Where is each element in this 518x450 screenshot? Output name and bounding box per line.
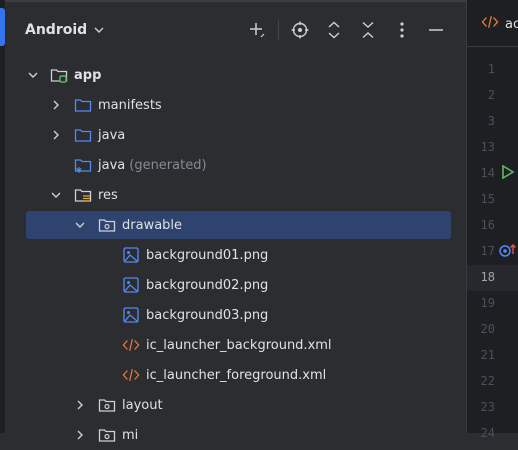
view-title: Android xyxy=(25,22,88,38)
editor-pane: ac 1 2 3 13 14 15 16 17 18 19 20 21 22 2… xyxy=(466,0,518,440)
line-number: 19 xyxy=(480,296,495,310)
resources-folder-icon xyxy=(74,186,92,204)
collapse-all-button[interactable] xyxy=(351,16,385,44)
xml-file-icon xyxy=(122,336,140,354)
xml-file-icon xyxy=(481,14,499,34)
image-file-icon xyxy=(122,276,140,294)
folder-icon xyxy=(74,96,92,114)
more-icon xyxy=(400,22,404,38)
tree-row-manifests[interactable]: manifests xyxy=(5,90,465,120)
line-number: 14 xyxy=(480,166,495,180)
hide-panel-button[interactable] xyxy=(419,16,453,44)
add-button[interactable] xyxy=(240,16,274,44)
expand-all-button[interactable] xyxy=(317,16,351,44)
tree-row-ic-launcher-foreground[interactable]: ic_launcher_foreground.xml xyxy=(5,360,465,390)
tree-row-background01[interactable]: background01.png xyxy=(5,240,465,270)
editor-tab-label: ac xyxy=(505,16,518,32)
tree-row-label-text: java xyxy=(98,157,126,173)
tree-row-label: manifests xyxy=(98,97,162,113)
add-icon xyxy=(250,23,265,38)
tree-row-label: java xyxy=(98,127,126,143)
chevron-right-icon[interactable] xyxy=(48,97,64,113)
module-folder-icon xyxy=(50,66,68,84)
tab-bar-divider xyxy=(467,46,518,47)
view-selector-dropdown[interactable]: Android xyxy=(25,18,105,42)
run-gutter-icon[interactable] xyxy=(501,164,515,184)
image-file-icon xyxy=(122,306,140,324)
chevron-right-icon[interactable] xyxy=(72,397,88,413)
line-number: 24 xyxy=(480,426,495,440)
package-folder-icon xyxy=(98,396,116,414)
tree-row-java-generated[interactable]: java (generated) xyxy=(5,150,465,180)
tree-row-res[interactable]: res xyxy=(5,180,465,210)
expand-all-icon xyxy=(328,21,340,39)
line-number: 22 xyxy=(480,374,495,388)
image-file-icon xyxy=(122,246,140,264)
tree-row-background03[interactable]: background03.png xyxy=(5,300,465,330)
editor-tab[interactable]: ac xyxy=(481,14,518,34)
folder-icon xyxy=(74,126,92,144)
tree-row-suffix: (generated) xyxy=(129,157,207,173)
locate-button[interactable] xyxy=(283,16,317,44)
xml-file-icon xyxy=(122,366,140,384)
chevron-right-icon[interactable] xyxy=(72,427,88,443)
line-number: 21 xyxy=(480,348,495,362)
package-folder-icon xyxy=(98,216,116,234)
tree-row-label: app xyxy=(74,67,102,83)
tree-row-layout[interactable]: layout xyxy=(5,390,465,420)
package-folder-icon xyxy=(98,426,116,444)
chevron-down-icon[interactable] xyxy=(48,187,64,203)
tree-row-label: mi xyxy=(122,427,139,443)
more-options-button[interactable] xyxy=(385,16,419,44)
collapse-all-icon xyxy=(362,21,374,39)
line-number: 15 xyxy=(480,192,495,206)
tree-row-label: background03.png xyxy=(146,307,269,323)
tree-row-label: background02.png xyxy=(146,277,269,293)
line-number: 2 xyxy=(487,88,495,102)
generated-folder-icon xyxy=(74,156,92,174)
chevron-down-icon[interactable] xyxy=(25,67,41,83)
project-panel-header: Android xyxy=(5,10,465,50)
chevron-down-icon[interactable] xyxy=(72,217,88,233)
tree-row-ic-launcher-background[interactable]: ic_launcher_background.xml xyxy=(5,330,465,360)
header-actions xyxy=(240,16,453,44)
tree-row-mipmap[interactable]: mi xyxy=(5,420,465,450)
tree-row-drawable[interactable]: drawable xyxy=(5,210,465,240)
line-number: 3 xyxy=(487,114,495,128)
chevron-right-icon[interactable] xyxy=(48,127,64,143)
tree-row-app[interactable]: app xyxy=(5,60,465,90)
line-number-current: 18 xyxy=(480,270,495,284)
selection-highlight xyxy=(26,211,451,239)
window-top-border xyxy=(0,0,518,2)
tree-row-label: background01.png xyxy=(146,247,269,263)
tree-row-label: ic_launcher_background.xml xyxy=(146,337,332,353)
override-gutter-icon[interactable] xyxy=(499,242,517,262)
hide-icon xyxy=(429,29,443,31)
line-number: 13 xyxy=(480,140,495,154)
tree-row-label: layout xyxy=(122,397,163,413)
line-number: 20 xyxy=(480,322,495,336)
tree-row-java[interactable]: java xyxy=(5,120,465,150)
tree-row-background02[interactable]: background02.png xyxy=(5,270,465,300)
chevron-down-icon xyxy=(93,21,105,40)
tree-row-label: java (generated) xyxy=(98,158,207,173)
line-number: 1 xyxy=(487,62,495,76)
line-number: 16 xyxy=(480,218,495,232)
tree-row-label: res xyxy=(98,187,118,203)
line-number: 23 xyxy=(480,400,495,414)
toolbar-separator xyxy=(278,20,279,40)
tree-row-label: drawable xyxy=(122,217,183,233)
locate-icon xyxy=(291,21,309,39)
line-number: 17 xyxy=(480,244,495,258)
tree-row-label: ic_launcher_foreground.xml xyxy=(146,367,327,383)
